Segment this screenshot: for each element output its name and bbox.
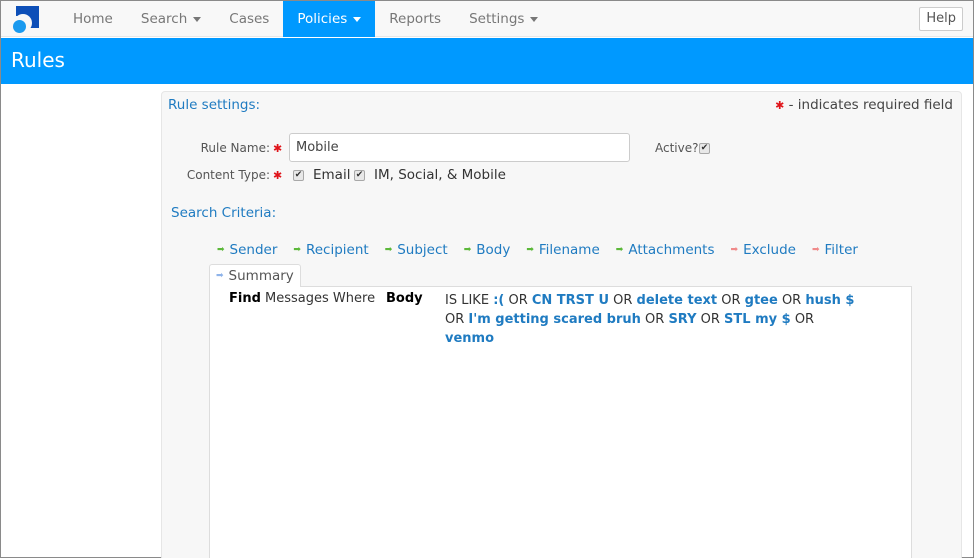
find-messages-label: Find Messages Where	[229, 291, 375, 306]
criteria-term: CN TRST U	[531, 293, 609, 308]
criteria-expression: IS LIKE :( OR CN TRST U OR delete text O…	[445, 291, 865, 348]
rule-panel: Rule settings: ✱ - indicates required fi…	[161, 91, 962, 558]
required-note-text: - indicates required field	[788, 97, 953, 113]
find-keyword: Find	[229, 291, 261, 306]
nav-label: Home	[73, 10, 113, 27]
criteria-tabs: ➡ Sender ➡ Recipient ➡ Subject ➡ Body ➡ Filen…	[217, 242, 858, 258]
tab-label: Summary	[228, 268, 294, 284]
rule-name-input[interactable]	[289, 133, 630, 162]
criteria-joiner: OR	[696, 312, 725, 327]
required-asterisk-icon: ✱	[273, 169, 283, 182]
criteria-joiner: OR	[609, 293, 637, 308]
criteria-term: :(	[493, 293, 505, 308]
rule-settings-title: Rule settings:	[168, 97, 261, 113]
tab-sender[interactable]: ➡ Sender	[217, 242, 277, 258]
caret-down-icon	[353, 16, 362, 22]
nav-item-policies[interactable]: Policies	[283, 1, 376, 37]
criteria-term: I'm getting scared bruh	[468, 312, 641, 327]
tab-summary[interactable]: ➡ Summary	[209, 264, 301, 287]
caret-down-icon	[193, 16, 202, 22]
find-rest: Messages Where	[265, 291, 376, 306]
nav-label: Policies	[297, 10, 348, 27]
help-button[interactable]: Help	[919, 7, 963, 31]
tab-filename[interactable]: ➡ Filename	[526, 242, 599, 258]
arrow-right-icon: ➡	[216, 271, 224, 281]
tab-subject[interactable]: ➡ Subject	[385, 242, 448, 258]
nav-label: Cases	[229, 10, 270, 27]
tab-body[interactable]: ➡ Body	[464, 242, 511, 258]
logo-dot	[13, 20, 26, 33]
tab-label: Recipient	[305, 242, 369, 258]
im-social-mobile-checkbox-label: IM, Social, & Mobile	[374, 167, 506, 183]
search-criteria-title: Search Criteria:	[171, 205, 277, 221]
criteria-term: gtee	[744, 293, 778, 308]
tab-label: Filter	[824, 242, 858, 258]
tab-label: Sender	[229, 242, 278, 258]
nav-item-search[interactable]: Search	[127, 1, 215, 37]
arrow-right-icon: ➡	[217, 245, 225, 255]
arrow-right-icon: ➡	[615, 245, 624, 255]
caret-down-icon	[530, 16, 539, 22]
nav-label: Search	[140, 10, 188, 27]
required-asterisk-icon: ✱	[775, 99, 785, 112]
criteria-term: hush $	[805, 293, 855, 308]
criteria-term: venmo	[445, 331, 495, 346]
tab-exclude[interactable]: ➡ Exclude	[731, 242, 796, 258]
criteria-term: STL my $	[724, 312, 791, 327]
tab-filter[interactable]: ➡ Filter	[812, 242, 858, 258]
arrow-right-icon: ➡	[730, 245, 739, 255]
tab-recipient[interactable]: ➡ Recipient	[293, 242, 368, 258]
active-label: Active?	[655, 141, 699, 155]
rule-name-label: Rule Name:	[200, 141, 270, 155]
nav-item-home[interactable]: Home	[59, 1, 127, 37]
page-title: Rules	[11, 48, 65, 72]
tab-label: Body	[476, 242, 511, 258]
criteria-term: SRY	[668, 312, 697, 327]
tab-label: Filename	[538, 242, 600, 258]
summary-panel: Find Messages Where Body IS LIKE :( OR C…	[209, 286, 912, 558]
criteria-terms: :( OR CN TRST U OR delete text OR gtee O…	[445, 293, 854, 346]
page-header: Rules	[1, 38, 973, 84]
criteria-joiner: OR	[445, 312, 469, 327]
nav-label: Settings	[469, 10, 525, 27]
top-navbar: Home Search Cases Policies Reports Setti…	[1, 1, 973, 37]
active-checkbox[interactable]: ✔	[699, 143, 710, 154]
criteria-joiner: OR	[717, 293, 745, 308]
required-field-note: ✱ - indicates required field	[775, 97, 953, 113]
criteria-term: delete text	[636, 293, 718, 308]
nav-label: Reports	[389, 10, 442, 27]
tab-label: Exclude	[743, 242, 796, 258]
arrow-right-icon: ➡	[811, 245, 820, 255]
arrow-right-icon: ➡	[526, 245, 534, 255]
criteria-joiner: OR	[640, 312, 669, 327]
content-type-label: Content Type:	[186, 168, 270, 182]
arrow-right-icon: ➡	[463, 245, 472, 255]
arrow-right-icon: ➡	[293, 245, 301, 255]
tab-label: Attachments	[628, 242, 715, 258]
app-logo[interactable]	[11, 6, 41, 34]
email-checkbox[interactable]: ✔	[293, 170, 304, 181]
nav-item-settings[interactable]: Settings	[455, 1, 552, 37]
email-checkbox-label: Email	[313, 167, 351, 183]
criteria-joiner: OR	[504, 293, 532, 308]
criteria-operator: IS LIKE	[445, 293, 490, 308]
tab-label: Subject	[397, 242, 448, 258]
criteria-joiner: OR	[790, 312, 815, 327]
nav-menu: Home Search Cases Policies Reports Setti…	[59, 1, 552, 37]
arrow-right-icon: ➡	[384, 245, 393, 255]
required-asterisk-icon: ✱	[273, 142, 283, 155]
criteria-joiner: OR	[777, 293, 806, 308]
im-social-mobile-checkbox[interactable]: ✔	[354, 170, 365, 181]
tab-attachments[interactable]: ➡ Attachments	[616, 242, 715, 258]
criteria-field: Body	[386, 291, 423, 306]
nav-item-cases[interactable]: Cases	[215, 1, 283, 37]
nav-item-reports[interactable]: Reports	[375, 1, 455, 37]
